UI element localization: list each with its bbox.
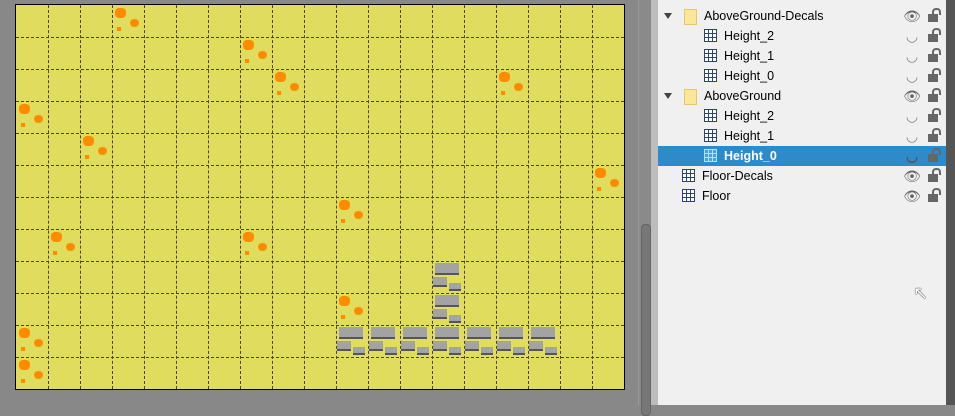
window-edge: [946, 0, 955, 405]
brick-tile: [464, 325, 496, 357]
eye-hidden-icon[interactable]: ◡: [903, 48, 921, 65]
unlocked-icon[interactable]: [928, 168, 941, 182]
layer-name: Height_0: [724, 69, 775, 83]
decal-tile: [112, 5, 144, 37]
brick-tile: [400, 325, 432, 357]
brick-tile: [496, 325, 528, 357]
grid-line: [16, 261, 624, 262]
grid-line: [16, 37, 624, 38]
decal-tile: [592, 165, 624, 197]
eye-hidden-icon[interactable]: ◡: [903, 28, 921, 45]
decal-tile: [16, 325, 48, 357]
layer-name: AboveGround: [704, 89, 782, 103]
decal-tile: [240, 229, 272, 261]
eye-visible-icon[interactable]: 👁: [903, 88, 921, 105]
decal-tile: [16, 101, 48, 133]
decal-tile: [336, 293, 368, 325]
tile-layer-icon: [704, 149, 717, 162]
unlocked-icon[interactable]: [928, 8, 941, 22]
eye-visible-icon[interactable]: 👁: [903, 188, 921, 205]
map-vertical-scrollbar[interactable]: [638, 0, 652, 416]
grid-line: [16, 357, 624, 358]
eye-hidden-icon[interactable]: ◡: [903, 68, 921, 85]
tile-layer-icon: [704, 69, 717, 82]
unlocked-icon[interactable]: [928, 188, 941, 202]
eye-hidden-icon[interactable]: ◡: [903, 128, 921, 145]
tile-layer-icon: [682, 169, 695, 182]
eye-visible-icon[interactable]: 👁: [903, 8, 921, 25]
decal-tile: [272, 69, 304, 101]
unlocked-icon[interactable]: [928, 88, 941, 102]
expand-arrow-icon[interactable]: [664, 13, 672, 19]
tile-layer-icon: [682, 189, 695, 202]
decal-tile: [240, 37, 272, 69]
layer-name: AboveGround-Decals: [704, 9, 824, 23]
grid-line: [16, 69, 624, 70]
unlocked-icon[interactable]: [928, 128, 941, 142]
folder-icon: [684, 9, 697, 25]
brick-tile: [528, 325, 560, 357]
eye-hidden-icon[interactable]: ◡: [903, 148, 921, 165]
brick-tile: [368, 325, 400, 357]
tile-layer-icon: [704, 49, 717, 62]
map-viewport[interactable]: [0, 0, 638, 405]
decal-tile: [80, 133, 112, 165]
brick-tile: [432, 261, 464, 293]
mouse-cursor-icon: ↖: [913, 283, 929, 303]
layer-name: Height_0: [724, 149, 777, 163]
layer-row[interactable]: Height_2 ◡: [658, 26, 946, 46]
layer-name: Floor-Decals: [702, 169, 773, 183]
tile-map-canvas[interactable]: [15, 4, 625, 390]
layer-row[interactable]: Height_0 ◡: [658, 146, 946, 166]
layer-name: Height_2: [724, 29, 775, 43]
layer-row[interactable]: Floor 👁: [658, 186, 946, 206]
folder-icon: [684, 89, 697, 105]
brick-tile: [432, 325, 464, 357]
layer-row[interactable]: Height_0 ◡: [658, 66, 946, 86]
unlocked-icon[interactable]: [928, 28, 941, 42]
unlocked-icon[interactable]: [928, 48, 941, 62]
eye-hidden-icon[interactable]: ◡: [903, 108, 921, 125]
brick-tile: [432, 293, 464, 325]
layer-name: Floor: [702, 189, 731, 203]
layer-row[interactable]: AboveGround-Decals 👁: [658, 6, 946, 26]
decal-tile: [336, 197, 368, 229]
expand-arrow-icon[interactable]: [664, 93, 672, 99]
scrollbar-thumb[interactable]: [641, 224, 651, 416]
layer-row[interactable]: Floor-Decals 👁: [658, 166, 946, 186]
layers-panel: AboveGround-Decals 👁 Height_2 ◡ Height_1 ◡ Hei…: [658, 0, 946, 405]
layer-name: Height_1: [724, 49, 775, 63]
tile-layer-icon: [704, 109, 717, 122]
eye-visible-icon[interactable]: 👁: [903, 168, 921, 185]
unlocked-icon[interactable]: [928, 148, 941, 162]
decal-tile: [16, 357, 48, 389]
grid-line: [16, 229, 624, 230]
grid-line: [16, 101, 624, 102]
tile-layer-icon: [704, 29, 717, 42]
grid-line: [16, 197, 624, 198]
grid-line: [16, 165, 624, 166]
unlocked-icon[interactable]: [928, 108, 941, 122]
layer-row[interactable]: Height_1 ◡: [658, 126, 946, 146]
tile-layer-icon: [704, 129, 717, 142]
layer-row[interactable]: Height_1 ◡: [658, 46, 946, 66]
grid-line: [16, 293, 624, 294]
decal-tile: [48, 229, 80, 261]
decal-tile: [496, 69, 528, 101]
layer-name: Height_2: [724, 109, 775, 123]
layer-name: Height_1: [724, 129, 775, 143]
layer-row[interactable]: Height_2 ◡: [658, 106, 946, 126]
layer-row[interactable]: AboveGround 👁: [658, 86, 946, 106]
unlocked-icon[interactable]: [928, 68, 941, 82]
brick-tile: [336, 325, 368, 357]
